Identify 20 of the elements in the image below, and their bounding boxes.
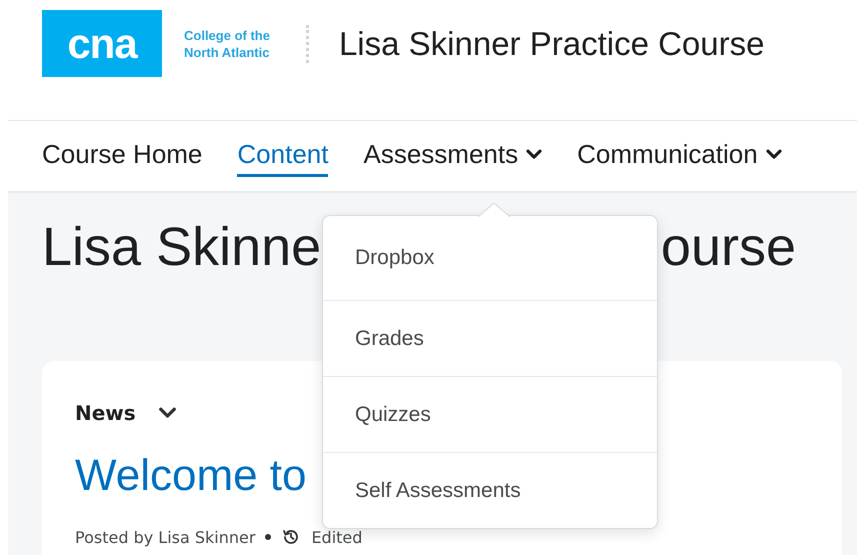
college-name: College of the	[184, 26, 270, 44]
widget-title: News	[75, 401, 136, 425]
menu-item[interactable]: Quizzes	[323, 376, 657, 452]
chevron-down-icon	[526, 149, 542, 160]
menu-item[interactable]: Self Assessments	[323, 452, 657, 528]
nav-link[interactable]: Assessments	[363, 135, 542, 177]
page-heading: Lisa Skinne	[42, 216, 322, 279]
menu-item[interactable]: Dropbox	[323, 216, 657, 300]
posted-by: Posted by Lisa Skinner	[75, 528, 256, 546]
nav-link[interactable]: Content	[237, 135, 328, 177]
menu-item[interactable]: Grades	[323, 300, 657, 376]
nav-link[interactable]: Course Home	[42, 135, 202, 177]
edited-label: Edited	[311, 528, 362, 546]
chevron-down-icon	[766, 149, 782, 160]
nav-link[interactable]: Communication	[577, 135, 782, 177]
bullet-icon	[265, 534, 272, 540]
course-title: Lisa Skinner Practice Course	[338, 24, 764, 62]
page-heading: ourse	[660, 216, 796, 279]
chevron-down-icon[interactable]	[158, 407, 177, 419]
college-name: North Atlantic	[184, 44, 270, 60]
